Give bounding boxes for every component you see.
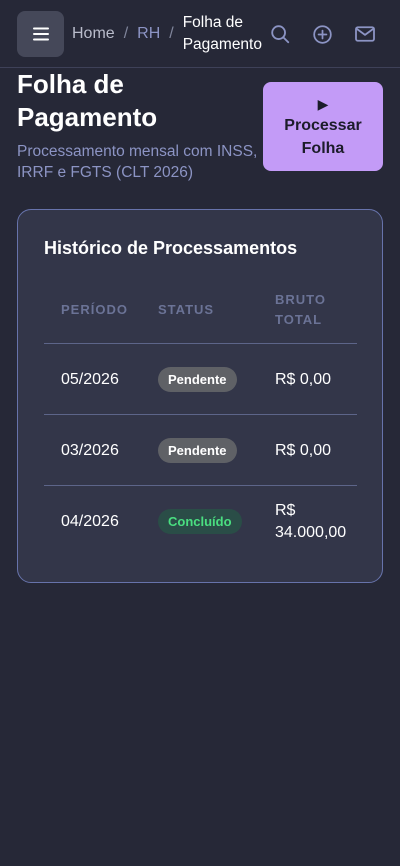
- menu-icon: [32, 27, 49, 41]
- status-badge: Concluído: [158, 509, 242, 534]
- row-gross-total: R$ 0,00: [275, 371, 332, 388]
- row-period: 04/2026: [61, 513, 119, 530]
- column-header-period: PERÍODO: [61, 302, 128, 317]
- play-icon: ▶: [317, 96, 329, 112]
- breadcrumb-separator: /: [169, 25, 174, 42]
- row-gross-total: R$ 34.000,00: [275, 502, 347, 541]
- menu-button[interactable]: [17, 11, 64, 57]
- row-period: 03/2026: [61, 442, 119, 459]
- table-divider: [44, 485, 357, 486]
- breadcrumb-current: Folha de Pagamento: [182, 14, 262, 53]
- status-badge: Pendente: [158, 367, 237, 392]
- page-subtitle: Processamento mensal com INSS, IRRF e FG…: [17, 143, 258, 181]
- add-button[interactable]: [310, 22, 334, 46]
- page-title: Folha de Pagamento: [17, 69, 158, 132]
- search-button[interactable]: [268, 22, 292, 46]
- messages-button[interactable]: [353, 22, 377, 46]
- process-payroll-button[interactable]: ▶ Processar Folha: [263, 82, 383, 171]
- breadcrumb: Home / RH / Folha de Pagamento: [72, 12, 269, 56]
- column-header-gross-total: BRUTO TOTAL: [275, 292, 326, 327]
- table-divider: [44, 343, 357, 344]
- status-badge: Pendente: [158, 438, 237, 463]
- table-divider: [44, 414, 357, 415]
- process-payroll-label: Processar Folha: [284, 117, 362, 157]
- plus-circle-icon: [312, 24, 332, 44]
- history-title: Histórico de Processamentos: [44, 238, 298, 258]
- breadcrumb-home[interactable]: Home: [72, 25, 115, 43]
- mail-icon: [355, 26, 375, 42]
- column-header-status: STATUS: [158, 302, 215, 317]
- row-period: 05/2026: [61, 371, 119, 388]
- top-bar: Home / RH / Folha de Pagamento: [0, 0, 400, 68]
- row-gross-total: R$ 0,00: [275, 442, 332, 459]
- search-icon: [271, 25, 290, 44]
- breadcrumb-rh[interactable]: RH: [137, 25, 160, 43]
- history-card: Histórico de Processamentos PERÍODO STAT…: [17, 209, 383, 583]
- breadcrumb-separator: /: [123, 25, 129, 42]
